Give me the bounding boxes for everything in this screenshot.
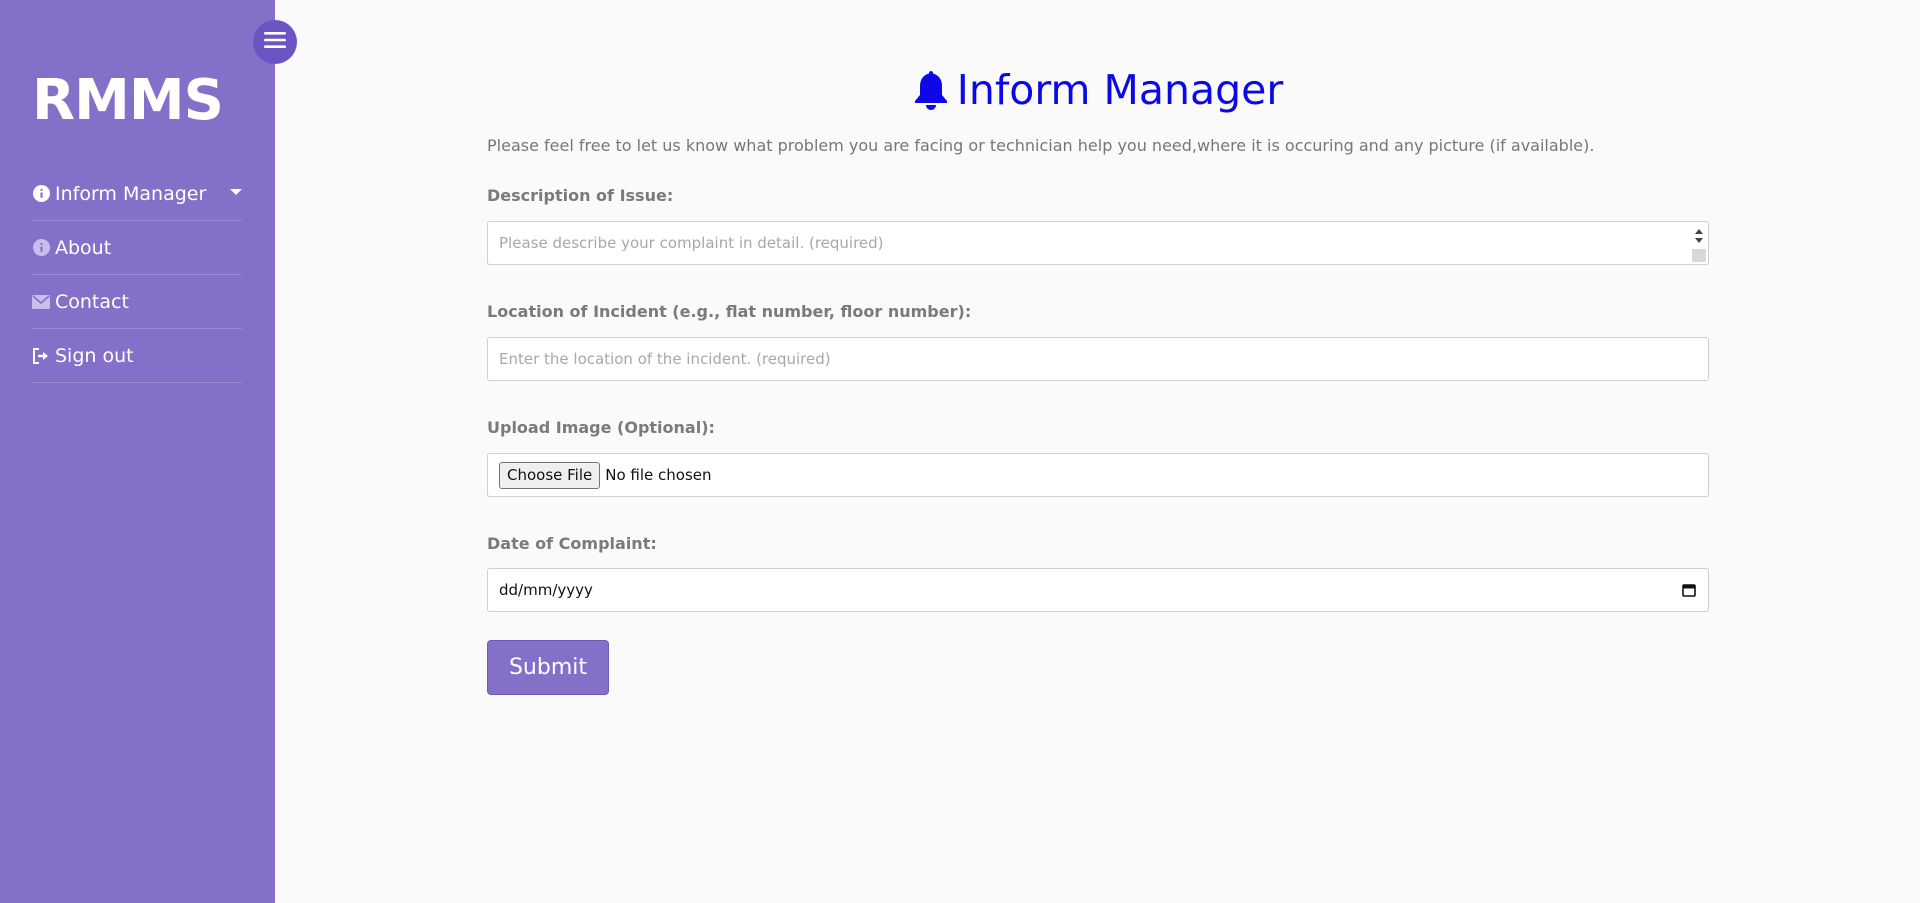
upload-field: Choose File No file chosen xyxy=(487,453,1709,497)
bell-icon xyxy=(913,69,949,111)
sign-out-icon xyxy=(32,347,50,365)
textarea-resize-control[interactable] xyxy=(1692,224,1706,262)
date-label: Date of Complaint: xyxy=(487,534,657,553)
sidebar-item-label: Inform Manager xyxy=(55,182,207,205)
sidebar-item-sign-out[interactable]: Sign out xyxy=(32,329,242,383)
sidebar-item-about[interactable]: About xyxy=(32,221,242,275)
location-label: Location of Incident (e.g., flat number,… xyxy=(487,302,972,321)
page-title-text: Inform Manager xyxy=(956,66,1284,114)
date-input[interactable]: dd/mm/yyyy xyxy=(487,568,1709,612)
info-icon xyxy=(32,185,50,203)
intro-text: Please feel free to let us know what pro… xyxy=(487,136,1595,155)
location-placeholder: Enter the location of the incident. (req… xyxy=(499,350,831,368)
date-value: dd/mm/yyyy xyxy=(499,581,593,599)
choose-file-button[interactable]: Choose File xyxy=(499,461,601,489)
info-icon xyxy=(32,239,50,257)
brand-logo: RMMS xyxy=(32,68,224,133)
scroll-up-icon xyxy=(1695,229,1703,234)
sidebar-item-inform-manager[interactable]: Inform Manager xyxy=(32,167,242,221)
sidebar-item-label: Contact xyxy=(55,290,129,313)
scroll-down-icon xyxy=(1695,238,1703,243)
page-title: Inform Manager xyxy=(487,66,1709,114)
file-status: No file chosen xyxy=(605,466,712,484)
sidebar: RMMS Inform Manager About Contact Sign o… xyxy=(0,0,275,903)
description-placeholder: Please describe your complaint in detail… xyxy=(499,234,884,252)
resize-grip-icon xyxy=(1692,249,1706,262)
description-textarea[interactable]: Please describe your complaint in detail… xyxy=(487,221,1709,265)
sidebar-nav: Inform Manager About Contact Sign out xyxy=(32,167,242,383)
sidebar-toggle-button[interactable] xyxy=(253,20,297,64)
sidebar-item-label: About xyxy=(55,236,112,259)
calendar-icon[interactable] xyxy=(1682,583,1696,601)
sidebar-item-contact[interactable]: Contact xyxy=(32,275,242,329)
submit-button[interactable]: Submit xyxy=(487,640,609,695)
description-label: Description of Issue: xyxy=(487,186,674,205)
hamburger-icon xyxy=(264,31,286,53)
sidebar-item-label: Sign out xyxy=(55,344,134,367)
location-input[interactable]: Enter the location of the incident. (req… xyxy=(487,337,1709,381)
envelope-icon xyxy=(32,293,50,311)
upload-label: Upload Image (Optional): xyxy=(487,418,715,437)
caret-down-icon xyxy=(230,189,242,195)
